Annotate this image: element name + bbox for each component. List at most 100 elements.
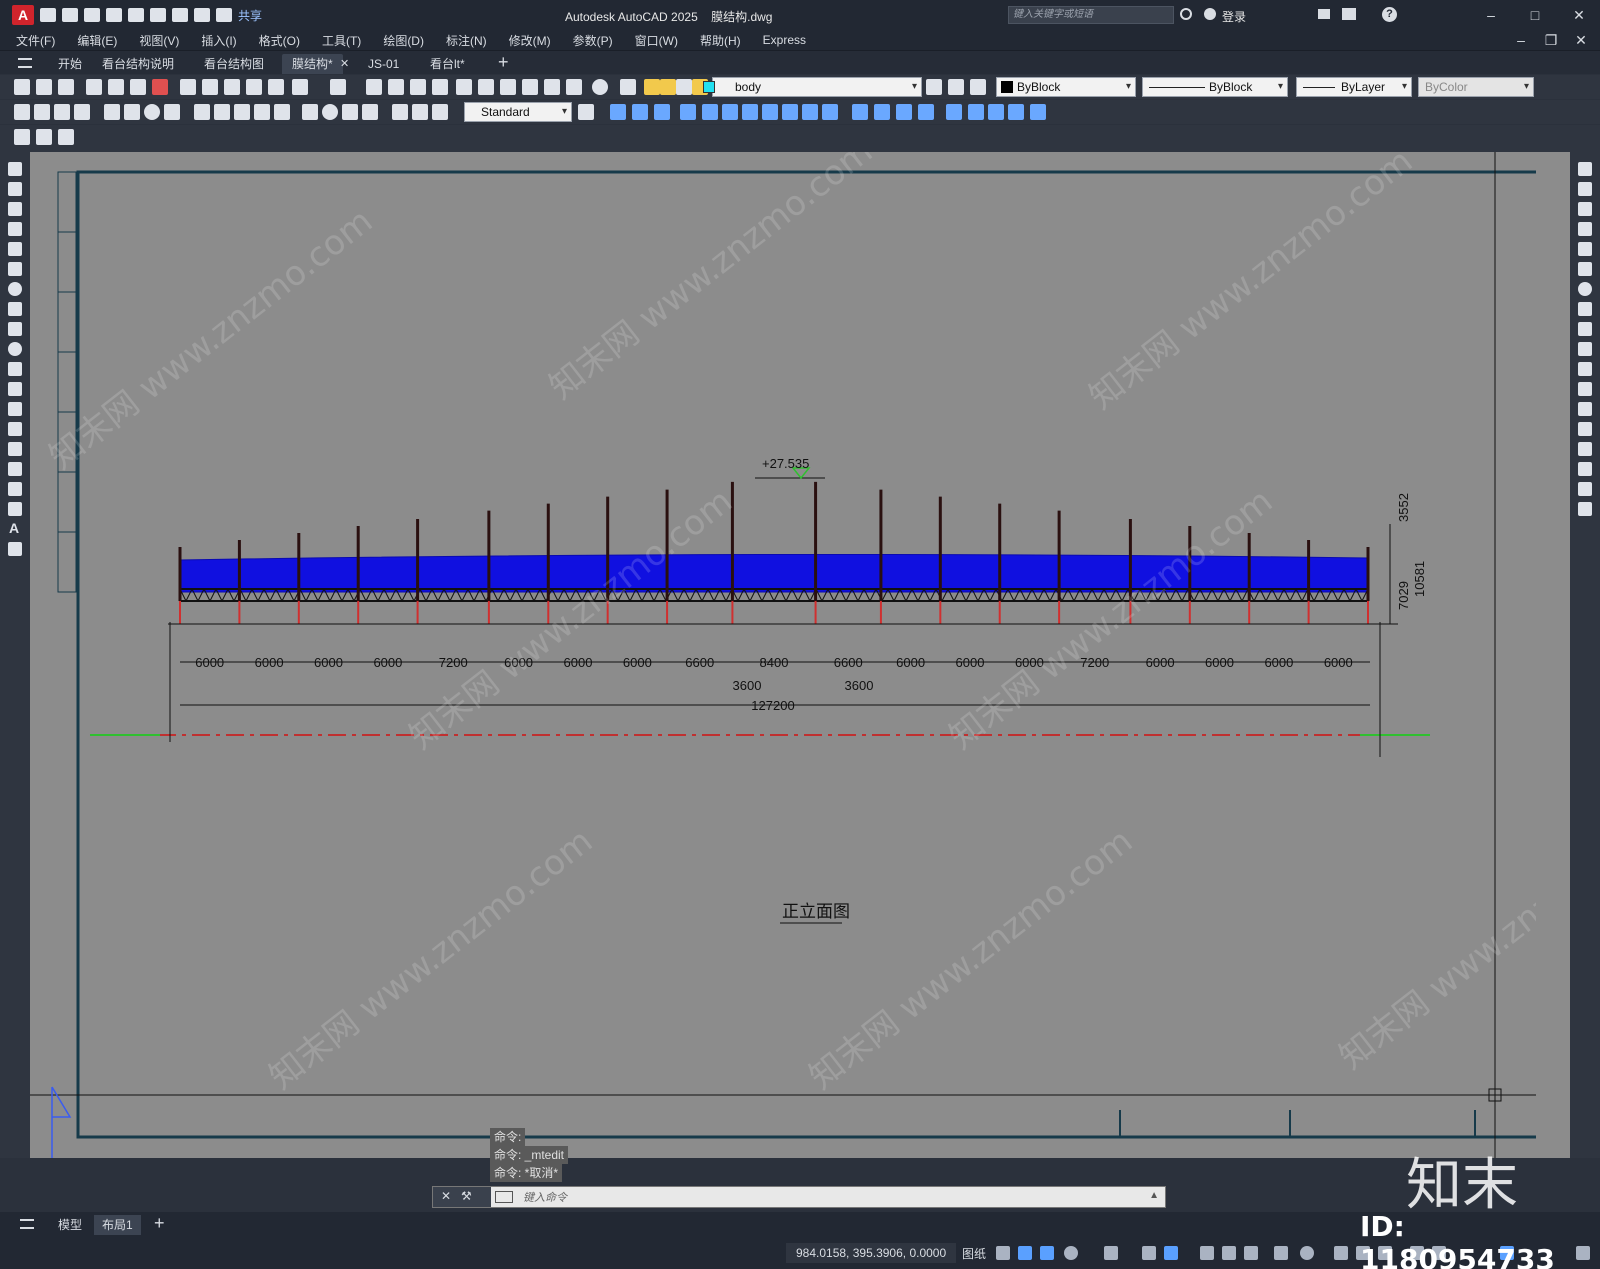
3d-wedge-icon[interactable] <box>632 104 648 120</box>
make-block-icon[interactable] <box>36 129 52 145</box>
dim-aligned-icon[interactable] <box>34 104 50 120</box>
color-combo[interactable]: ByBlock ▾ <box>996 77 1136 97</box>
menu-parametric[interactable]: 参数(P) <box>573 32 613 49</box>
quick-dim-icon[interactable] <box>194 104 210 120</box>
clean-icon[interactable] <box>1030 104 1046 120</box>
tab-stand-structure-notes[interactable]: 看台结构说明 <box>92 54 184 74</box>
calculator-icon[interactable] <box>566 79 582 95</box>
pdf-icon[interactable] <box>152 79 168 95</box>
menu-edit[interactable]: 编辑(E) <box>77 32 117 49</box>
point-icon[interactable] <box>8 422 22 436</box>
layer-viewport-icon[interactable] <box>676 79 692 95</box>
doc-minimize-button[interactable]: – <box>1512 31 1530 49</box>
tool-palettes-icon[interactable] <box>500 79 516 95</box>
object-snap-tracking-icon[interactable] <box>1142 1246 1156 1260</box>
hatch-icon[interactable] <box>8 442 22 456</box>
menu-tools[interactable]: 工具(T) <box>322 32 361 49</box>
dim-angular-icon[interactable] <box>164 104 180 120</box>
jogged-linear-icon[interactable] <box>362 104 378 120</box>
new-file-icon[interactable] <box>40 8 56 22</box>
selection-cycling-icon[interactable] <box>1244 1246 1258 1260</box>
scale-icon[interactable] <box>762 104 778 120</box>
union-icon[interactable] <box>852 104 868 120</box>
publish-icon[interactable] <box>130 79 146 95</box>
add-layout-plus-icon[interactable]: + <box>154 1213 165 1234</box>
paper-space-toggle[interactable]: 图纸 <box>962 1245 986 1262</box>
minimize-window-button[interactable]: – <box>1482 6 1500 24</box>
layer-states-icon[interactable] <box>970 79 986 95</box>
dim-update-icon[interactable] <box>432 104 448 120</box>
plot-preview-icon[interactable] <box>108 79 124 95</box>
pan-icon[interactable] <box>366 79 382 95</box>
redo-icon[interactable] <box>216 8 232 22</box>
menu-insert[interactable]: 插入(I) <box>201 32 236 49</box>
menu-help[interactable]: 帮助(H) <box>700 32 741 49</box>
save-icon[interactable] <box>58 79 74 95</box>
menu-format[interactable]: 格式(O) <box>259 32 300 49</box>
undo-icon[interactable] <box>194 8 210 22</box>
zoom-realtime-icon[interactable] <box>388 79 404 95</box>
workspace-gear-icon[interactable] <box>1300 1246 1314 1260</box>
plot-icon[interactable] <box>172 8 188 22</box>
copy-icon[interactable] <box>202 79 218 95</box>
multiline-text-icon[interactable]: A <box>9 520 19 536</box>
explode-icon[interactable] <box>1578 502 1592 516</box>
polyline-icon[interactable] <box>8 202 22 216</box>
move-icon[interactable] <box>1578 262 1592 276</box>
properties-icon[interactable] <box>456 79 472 95</box>
layer-on-bulb-icon[interactable] <box>644 79 660 95</box>
block-editor-icon[interactable] <box>268 79 284 95</box>
help-icon[interactable]: ? <box>1382 7 1397 22</box>
blend-curves-icon[interactable] <box>1578 482 1592 496</box>
dim-radius-icon[interactable] <box>104 104 120 120</box>
zoom-previous-icon[interactable] <box>432 79 448 95</box>
grid-icon[interactable] <box>996 1246 1010 1260</box>
imprint-icon[interactable] <box>946 104 962 120</box>
redo-icon[interactable] <box>330 79 346 95</box>
dim-ordinate-icon[interactable] <box>74 104 90 120</box>
line-icon[interactable] <box>8 162 22 176</box>
intersect-icon[interactable] <box>896 104 912 120</box>
hamburger-menu-icon[interactable] <box>18 58 32 68</box>
polygon-icon[interactable] <box>8 222 22 236</box>
3d-cylinder-icon[interactable] <box>654 104 670 120</box>
autocad-logo-icon[interactable]: A <box>12 5 34 25</box>
trim-icon[interactable] <box>1578 342 1592 356</box>
revision-cloud-icon[interactable] <box>8 302 22 316</box>
lineweight-icon[interactable] <box>1200 1246 1214 1260</box>
open-icon[interactable] <box>36 79 52 95</box>
add-selected-icon[interactable] <box>8 542 22 556</box>
dim-continue-icon[interactable] <box>234 104 250 120</box>
close-command-icon[interactable]: ✕ <box>441 1189 451 1203</box>
menu-modify[interactable]: 修改(M) <box>509 32 551 49</box>
insert-block-icon[interactable] <box>14 129 30 145</box>
close-window-button[interactable]: ✕ <box>1570 6 1588 24</box>
help-icon[interactable] <box>592 79 608 95</box>
shell-icon[interactable] <box>988 104 1004 120</box>
circle-icon[interactable] <box>8 282 22 296</box>
close-tab-icon[interactable]: ✕ <box>340 57 349 70</box>
dim-jogged-icon[interactable] <box>124 104 140 120</box>
insert-block-icon[interactable] <box>8 382 22 396</box>
cart-icon[interactable] <box>1318 9 1330 19</box>
dim-diameter-icon[interactable] <box>144 104 160 120</box>
coordinates-readout[interactable]: 984.0158, 395.3906, 0.0000 <box>786 1243 956 1263</box>
search-input[interactable]: 键入关键字或短语 <box>1008 6 1174 24</box>
menu-dimension[interactable]: 标注(N) <box>446 32 487 49</box>
gradient-icon[interactable] <box>8 462 22 476</box>
check-icon[interactable] <box>1008 104 1024 120</box>
layer-manager-icon[interactable] <box>58 129 74 145</box>
object-snap-icon[interactable] <box>1164 1246 1178 1260</box>
dim-text-edit-icon[interactable] <box>412 104 428 120</box>
mirror-icon[interactable] <box>680 104 696 120</box>
spline-icon[interactable] <box>8 322 22 336</box>
save-icon[interactable] <box>84 8 100 22</box>
menu-view[interactable]: 视图(V) <box>139 32 179 49</box>
tolerance-icon[interactable] <box>302 104 318 120</box>
break-icon[interactable] <box>1578 402 1592 416</box>
dim-arc-icon[interactable] <box>54 104 70 120</box>
matchprop-icon[interactable] <box>246 79 262 95</box>
dim-style-manager-icon[interactable] <box>578 104 594 120</box>
linetype-combo[interactable]: ByBlock ▾ <box>1142 77 1288 97</box>
ortho-icon[interactable] <box>1040 1246 1054 1260</box>
